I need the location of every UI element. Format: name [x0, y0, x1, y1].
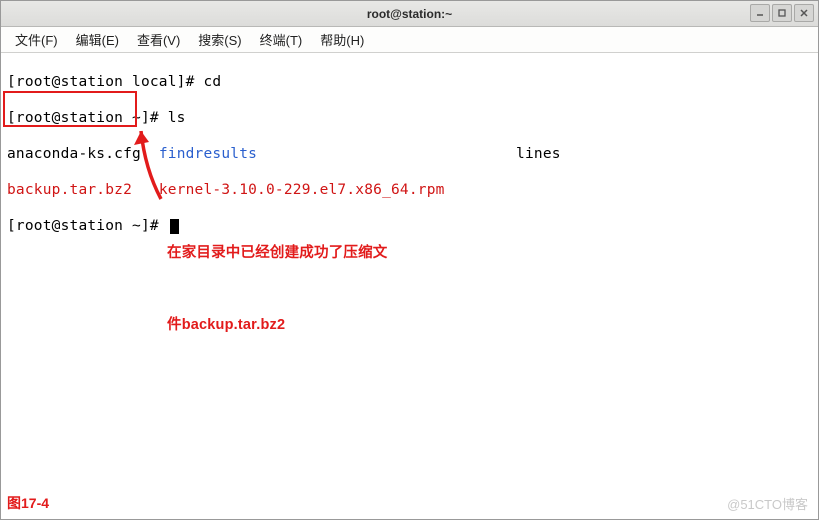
command: cd [203, 74, 221, 90]
menu-help[interactable]: 帮助(H) [312, 27, 372, 52]
menu-search[interactable]: 搜索(S) [190, 27, 249, 52]
minimize-button[interactable] [750, 4, 770, 22]
terminal-line: backup.tar.bz2 kernel-3.10.0-229.el7.x86… [7, 181, 812, 199]
prompt: [root@station ~]# [7, 218, 168, 234]
menu-file[interactable]: 文件(F) [7, 27, 66, 52]
maximize-button[interactable] [772, 4, 792, 22]
terminal-line: [root@station ~]# [7, 217, 812, 235]
command: ls [168, 110, 186, 126]
menu-edit[interactable]: 编辑(E) [68, 27, 127, 52]
window-controls [750, 4, 814, 22]
terminal-line: [root@station ~]# ls [7, 109, 812, 127]
annotation-text: 在家目录中已经创建成功了压缩文 件backup.tar.bz2 [167, 193, 388, 385]
annotation-line: 件backup.tar.bz2 [167, 313, 388, 337]
ls-dir: findresults [159, 146, 257, 162]
prompt: [root@station ~]# [7, 110, 168, 126]
terminal-line: [root@station local]# cd [7, 73, 812, 91]
figure-label: 图17-4 [7, 493, 49, 513]
menu-terminal[interactable]: 终端(T) [252, 27, 311, 52]
menubar: 文件(F) 编辑(E) 查看(V) 搜索(S) 终端(T) 帮助(H) [1, 27, 818, 53]
close-button[interactable] [794, 4, 814, 22]
ls-file: anaconda-ks.cfg [7, 146, 141, 162]
window-titlebar: root@station:~ [1, 1, 818, 27]
ls-archive: backup.tar.bz2 [7, 182, 132, 198]
annotation-line: 在家目录中已经创建成功了压缩文 [167, 241, 388, 265]
menu-view[interactable]: 查看(V) [129, 27, 188, 52]
window-title: root@station:~ [367, 7, 452, 21]
terminal-area[interactable]: [root@station local]# cd [root@station ~… [1, 53, 818, 519]
terminal-line: anaconda-ks.cfg findresults lines [7, 145, 812, 163]
ls-file: lines [516, 146, 561, 162]
prompt: [root@station local]# [7, 74, 203, 90]
watermark: @51CTO博客 [727, 494, 808, 513]
